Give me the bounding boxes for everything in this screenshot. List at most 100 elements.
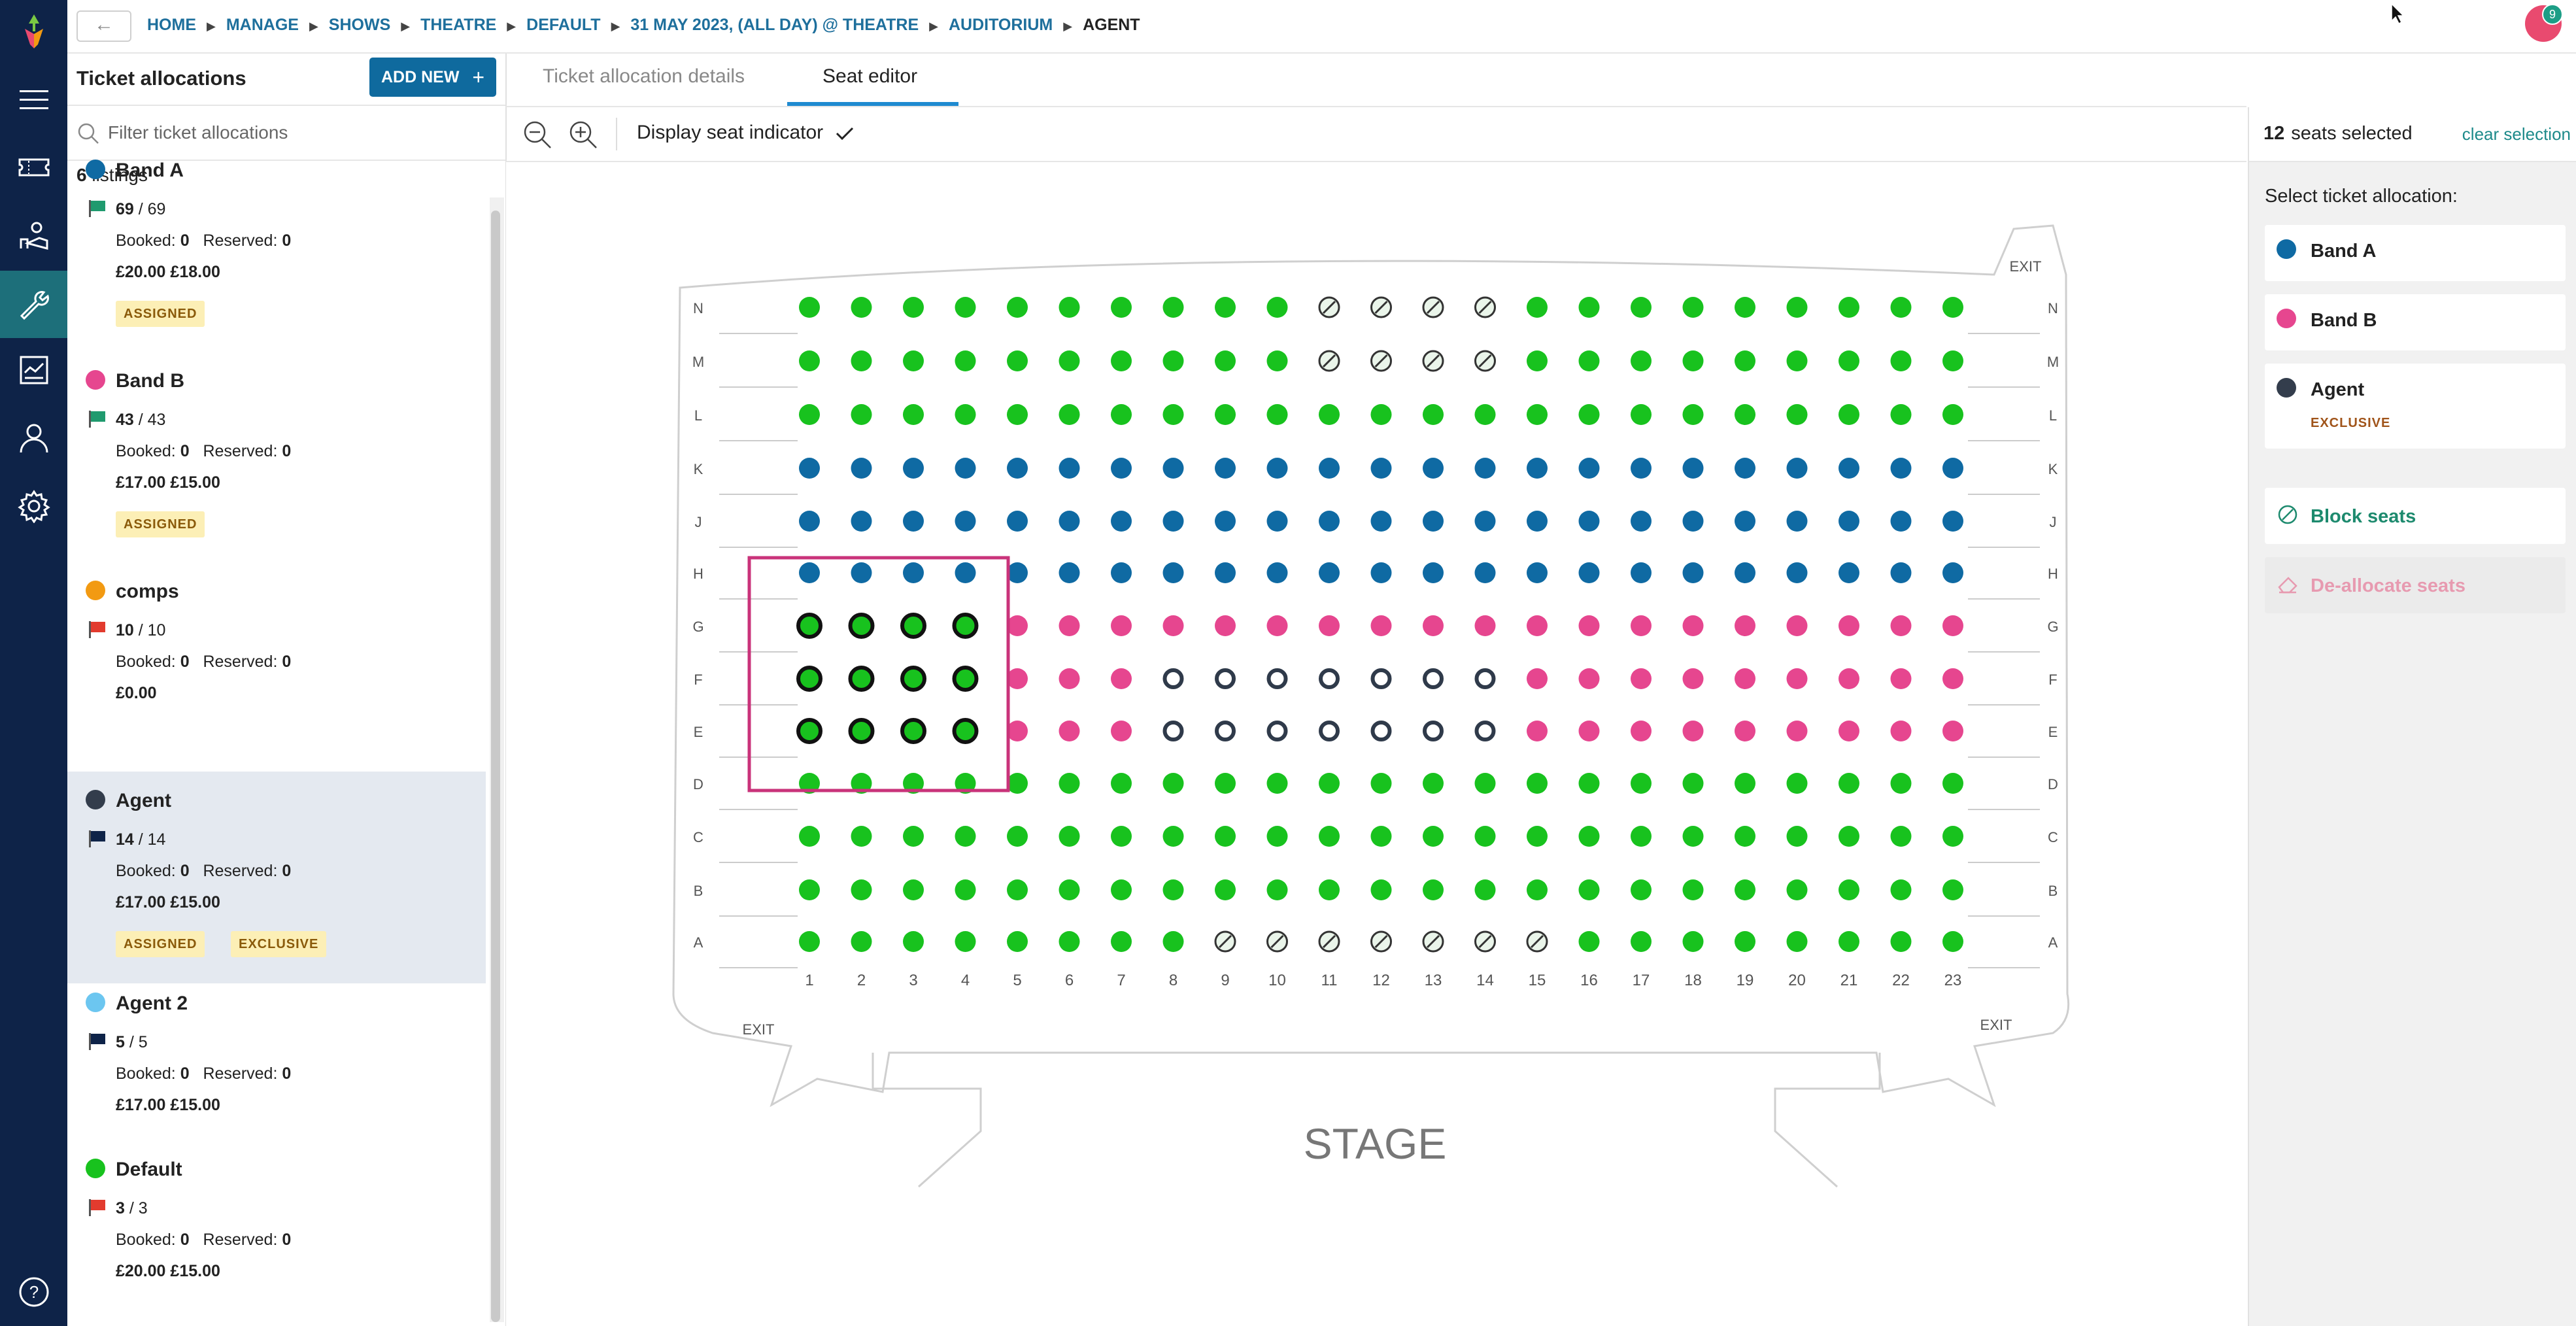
seat: [1786, 350, 1808, 371]
zoom-in-icon[interactable]: [568, 119, 599, 150]
tickets-icon[interactable]: [17, 150, 51, 184]
agent-seat: [1474, 721, 1496, 741]
allocation-card[interactable]: Agent 2 5 / 5 Booked: 0 Reserved: 0 £17.00 …: [67, 983, 486, 1149]
avatar[interactable]: 9: [2525, 4, 2563, 42]
seat: [1215, 615, 1236, 636]
menu-icon[interactable]: [17, 82, 51, 116]
column-label: 14: [1476, 972, 1494, 989]
selected-seat: [900, 666, 926, 692]
agent-seat: [1215, 721, 1236, 741]
allocation-card[interactable]: comps 10 / 10 Booked: 0 Reserved: 0 £0.00: [67, 571, 486, 772]
seat: [1839, 721, 1859, 741]
seat: [1162, 773, 1184, 794]
breadcrumb-item[interactable]: DEFAULT: [526, 16, 600, 34]
column-label: 11: [1321, 972, 1338, 989]
breadcrumb-item[interactable]: 31 MAY 2023, (ALL DAY) @ THEATRE: [630, 16, 919, 34]
breadcrumb-current: AGENT: [1083, 16, 1140, 34]
seat: [955, 562, 976, 583]
top-bar: ← HOME ▶ MANAGE ▶ SHOWS ▶ THEATRE ▶ DEFAULT ▶ 31 M…: [67, 0, 2576, 54]
tab-ticket-allocation-details[interactable]: Ticket allocation details: [543, 65, 745, 88]
breadcrumb-separator-icon: ▶: [507, 20, 517, 33]
allocation-card[interactable]: Agent 14 / 14 Booked: 0 Reserved: 0 £17.00 …: [67, 772, 486, 983]
seat-map[interactable]: STAGE EXIT EXIT EXIT N N M M L L K K J J H H G G F F E E D D C C B…: [506, 162, 2246, 1326]
seat: [1059, 879, 1080, 900]
allocation-option[interactable]: Band A: [2265, 225, 2566, 281]
seat: [1735, 562, 1755, 583]
breadcrumb-item[interactable]: SHOWS: [329, 16, 390, 34]
breadcrumb-item[interactable]: HOME: [147, 16, 196, 34]
allocation-name: Agent 2: [116, 993, 188, 1014]
zoom-out-icon[interactable]: [522, 119, 553, 150]
seat: [1007, 615, 1028, 636]
seat: [1839, 350, 1859, 371]
seat: [1162, 826, 1184, 847]
allocation-booked: Booked: 0 Reserved: 0: [116, 231, 292, 250]
seat: [1111, 931, 1132, 952]
seat: [1839, 931, 1859, 952]
seat: [1007, 826, 1028, 847]
sales-icon[interactable]: [17, 218, 51, 252]
back-button[interactable]: ←: [76, 10, 131, 42]
seat: [1942, 931, 1963, 952]
allocation-card[interactable]: Band A 69 / 69 Booked: 0 Reserved: 0 £20.00…: [67, 150, 486, 361]
app-logo-icon[interactable]: [20, 14, 48, 48]
tab-seat-editor[interactable]: Seat editor: [822, 65, 917, 88]
seat: [955, 404, 976, 425]
flag-icon: [89, 1033, 105, 1050]
seat: [851, 562, 872, 583]
seat: [1890, 297, 1912, 318]
seat: [1319, 615, 1340, 636]
help-icon[interactable]: ?: [18, 1276, 50, 1308]
display-seat-indicator-checkbox[interactable]: [830, 119, 859, 148]
allocation-booked: Booked: 0 Reserved: 0: [116, 1231, 292, 1249]
seat: [1007, 404, 1028, 425]
scrollbar-thumb[interactable]: [491, 211, 500, 1322]
deallocate-seats-label: De-allocate seats: [2311, 575, 2466, 596]
row-label: N: [2048, 300, 2058, 316]
column-label: 2: [857, 972, 866, 989]
seat: [1007, 721, 1028, 741]
clear-selection-link[interactable]: clear selection: [2462, 124, 2571, 144]
seat: [1162, 297, 1184, 318]
filter-input[interactable]: [107, 118, 488, 148]
deallocate-seats-button[interactable]: De-allocate seats: [2265, 557, 2566, 613]
seat: [1786, 615, 1808, 636]
breadcrumb-item[interactable]: THEATRE: [420, 16, 496, 34]
row-label: B: [2048, 883, 2058, 899]
block-seats-button[interactable]: Block seats: [2265, 488, 2566, 544]
seat: [1111, 350, 1132, 371]
allocation-card[interactable]: Band B 43 / 43 Booked: 0 Reserved: 0 £17.00…: [67, 361, 486, 571]
search-icon: [78, 123, 99, 144]
tools-icon[interactable]: [0, 271, 67, 338]
allocation-card[interactable]: Default 3 / 3 Booked: 0 Reserved: 0 £20.00 …: [67, 1149, 486, 1300]
settings-gear-icon[interactable]: [17, 489, 51, 524]
allocation-option[interactable]: Agent EXCLUSIVE: [2265, 364, 2566, 449]
allocation-option[interactable]: Band B: [2265, 294, 2566, 350]
seat-map-canvas[interactable]: STAGE EXIT EXIT EXIT N N M M L L K K J J H H G G F F E E D D C C B…: [506, 162, 2246, 1326]
allocation-tag: ASSIGNED: [116, 301, 205, 327]
toolbar-divider: [616, 118, 617, 150]
seat: [1631, 511, 1652, 532]
breadcrumb-separator-icon: ▶: [929, 20, 938, 33]
seat: [1942, 879, 1963, 900]
breadcrumb-item[interactable]: MANAGE: [226, 16, 299, 34]
seat: [1319, 879, 1340, 900]
seat: [903, 350, 924, 371]
breadcrumb-separator-icon: ▶: [207, 20, 216, 33]
add-new-button[interactable]: ADD NEW +: [369, 58, 496, 97]
seat: [1786, 931, 1808, 952]
seat: [1111, 404, 1132, 425]
seat: [1059, 562, 1080, 583]
allocation-prices: £17.00 £15.00: [116, 893, 220, 911]
reports-icon[interactable]: [17, 353, 51, 387]
seat: [1007, 773, 1028, 794]
option-name: Band B: [2311, 310, 2377, 331]
seat: [1786, 458, 1808, 479]
row-label: G: [2047, 619, 2058, 635]
seat: [1527, 350, 1548, 371]
seat: [1839, 826, 1859, 847]
seat: [1111, 458, 1132, 479]
user-icon[interactable]: [17, 421, 51, 455]
breadcrumb-item[interactable]: AUDITORIUM: [949, 16, 1053, 34]
seat: [1839, 773, 1859, 794]
